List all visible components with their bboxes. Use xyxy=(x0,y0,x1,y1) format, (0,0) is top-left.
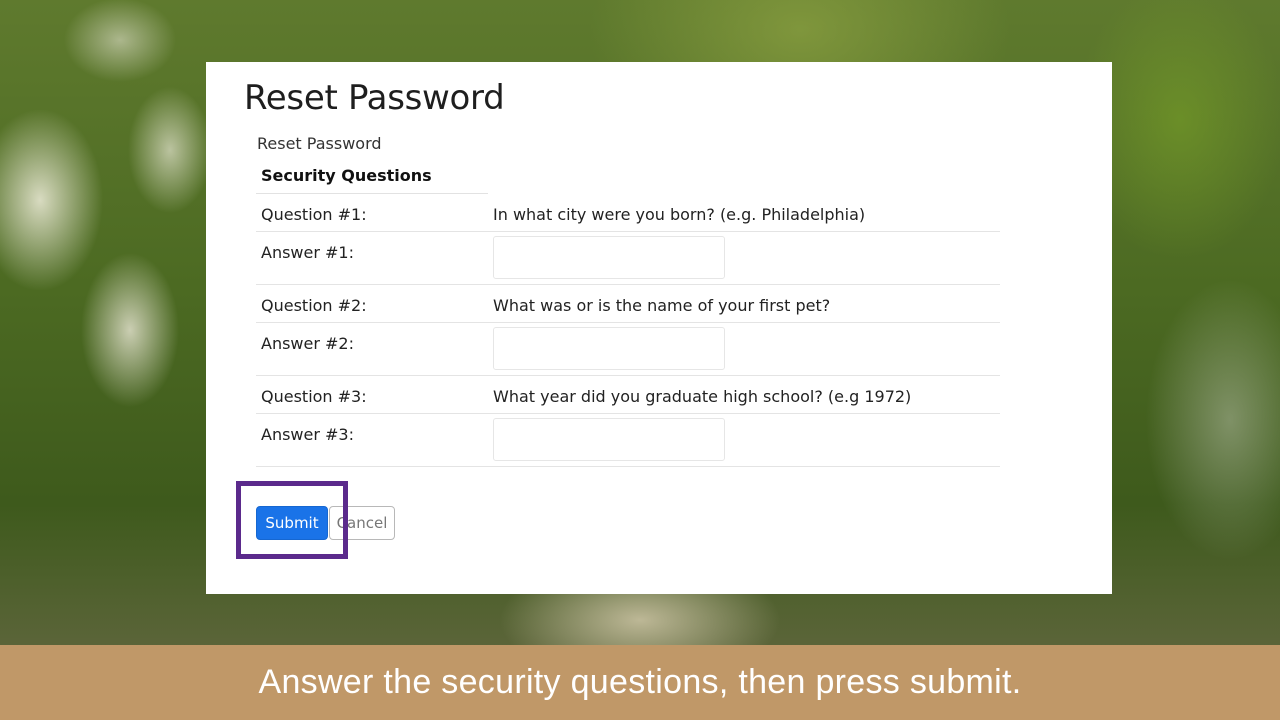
question-row-3: Question #3: What year did you graduate … xyxy=(256,376,1000,414)
answer-input-3[interactable] xyxy=(493,418,725,461)
page-title: Reset Password xyxy=(244,78,505,118)
reset-password-dialog: Reset Password Reset Password Security Q… xyxy=(206,62,1112,594)
answer-label-3: Answer #3: xyxy=(261,425,354,444)
caption-text: Answer the security questions, then pres… xyxy=(258,663,1022,701)
question-row-2: Question #2: What was or is the name of … xyxy=(256,285,1000,323)
question-label-2: Question #2: xyxy=(261,296,367,315)
question-text-3: What year did you graduate high school? … xyxy=(493,387,912,406)
answer-label-1: Answer #1: xyxy=(261,243,354,262)
cancel-button[interactable]: Cancel xyxy=(329,506,395,540)
question-text-2: What was or is the name of your first pe… xyxy=(493,296,831,315)
submit-button[interactable]: Submit xyxy=(256,506,328,540)
question-label-1: Question #1: xyxy=(261,205,367,224)
question-label-3: Question #3: xyxy=(261,387,367,406)
answer-input-2[interactable] xyxy=(493,327,725,370)
answer-row-1: Answer #1: xyxy=(256,232,1000,285)
answer-input-1[interactable] xyxy=(493,236,725,279)
answer-label-2: Answer #2: xyxy=(261,334,354,353)
caption-bar: Answer the security questions, then pres… xyxy=(0,645,1280,720)
question-row-1: Question #1: In what city were you born?… xyxy=(256,194,1000,232)
security-questions-table: Question #1: In what city were you born?… xyxy=(256,194,1000,467)
question-text-1: In what city were you born? (e.g. Philad… xyxy=(493,205,866,224)
answer-row-3: Answer #3: xyxy=(256,414,1000,467)
breadcrumb: Reset Password xyxy=(257,134,382,153)
answer-row-2: Answer #2: xyxy=(256,323,1000,376)
section-title: Security Questions xyxy=(256,166,488,194)
